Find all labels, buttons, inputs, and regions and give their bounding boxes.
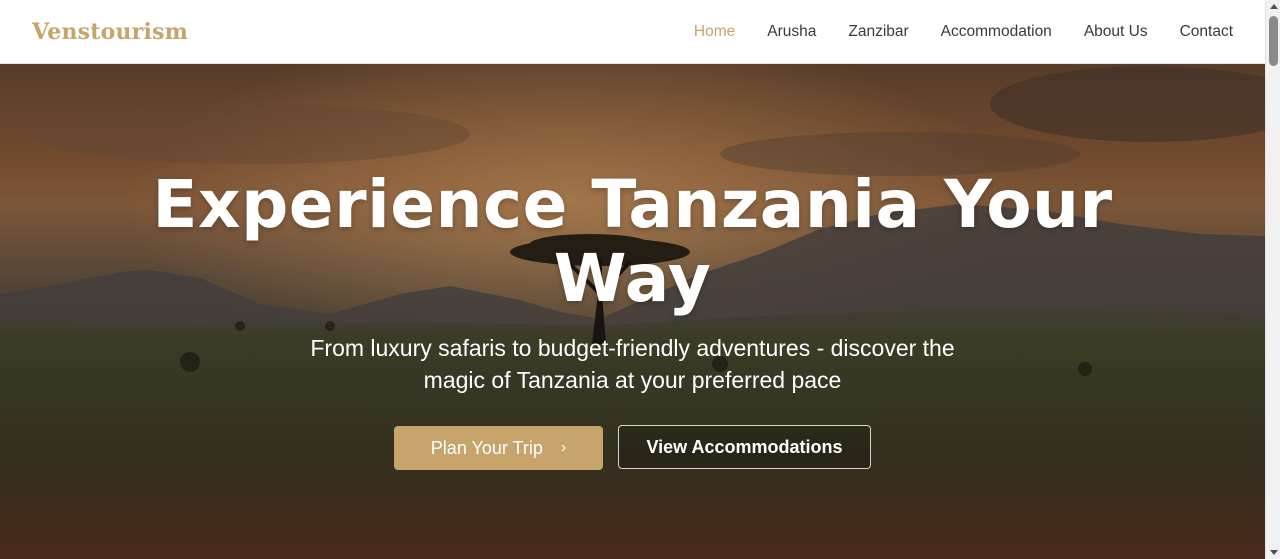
scroll-up-icon[interactable] [1270, 4, 1278, 9]
plan-your-trip-label: Plan Your Trip [430, 437, 543, 458]
hero-title: Experience Tanzania Your Way [152, 166, 1113, 317]
hero-section: Experience Tanzania Your Way From luxury… [0, 64, 1265, 559]
nav-link-about-us[interactable]: About Us [1084, 23, 1148, 41]
nav-link-accommodation[interactable]: Accommodation [941, 23, 1052, 41]
view-accommodations-button[interactable]: View Accommodations [618, 425, 871, 469]
scrollbar-thumb[interactable] [1269, 16, 1278, 66]
hero-subtitle: From luxury safaris to budget-friendly a… [310, 335, 955, 393]
nav-link-contact[interactable]: Contact [1180, 23, 1233, 41]
main-nav: Home Arusha Zanzibar Accommodation About… [662, 0, 1233, 64]
brand-logo[interactable]: Venstourism [32, 19, 188, 45]
chevron-right-icon: › [560, 439, 567, 456]
view-accommodations-label: View Accommodations [646, 436, 843, 457]
nav-link-home[interactable]: Home [694, 23, 735, 41]
page-scrollbar[interactable] [1265, 0, 1280, 559]
nav-link-arusha[interactable]: Arusha [767, 23, 816, 41]
scroll-down-icon[interactable] [1270, 550, 1278, 555]
top-navbar: Venstourism Home Arusha Zanzibar Accommo… [0, 0, 1265, 64]
plan-your-trip-button[interactable]: Plan Your Trip › [394, 426, 603, 470]
nav-link-zanzibar[interactable]: Zanzibar [848, 23, 908, 41]
